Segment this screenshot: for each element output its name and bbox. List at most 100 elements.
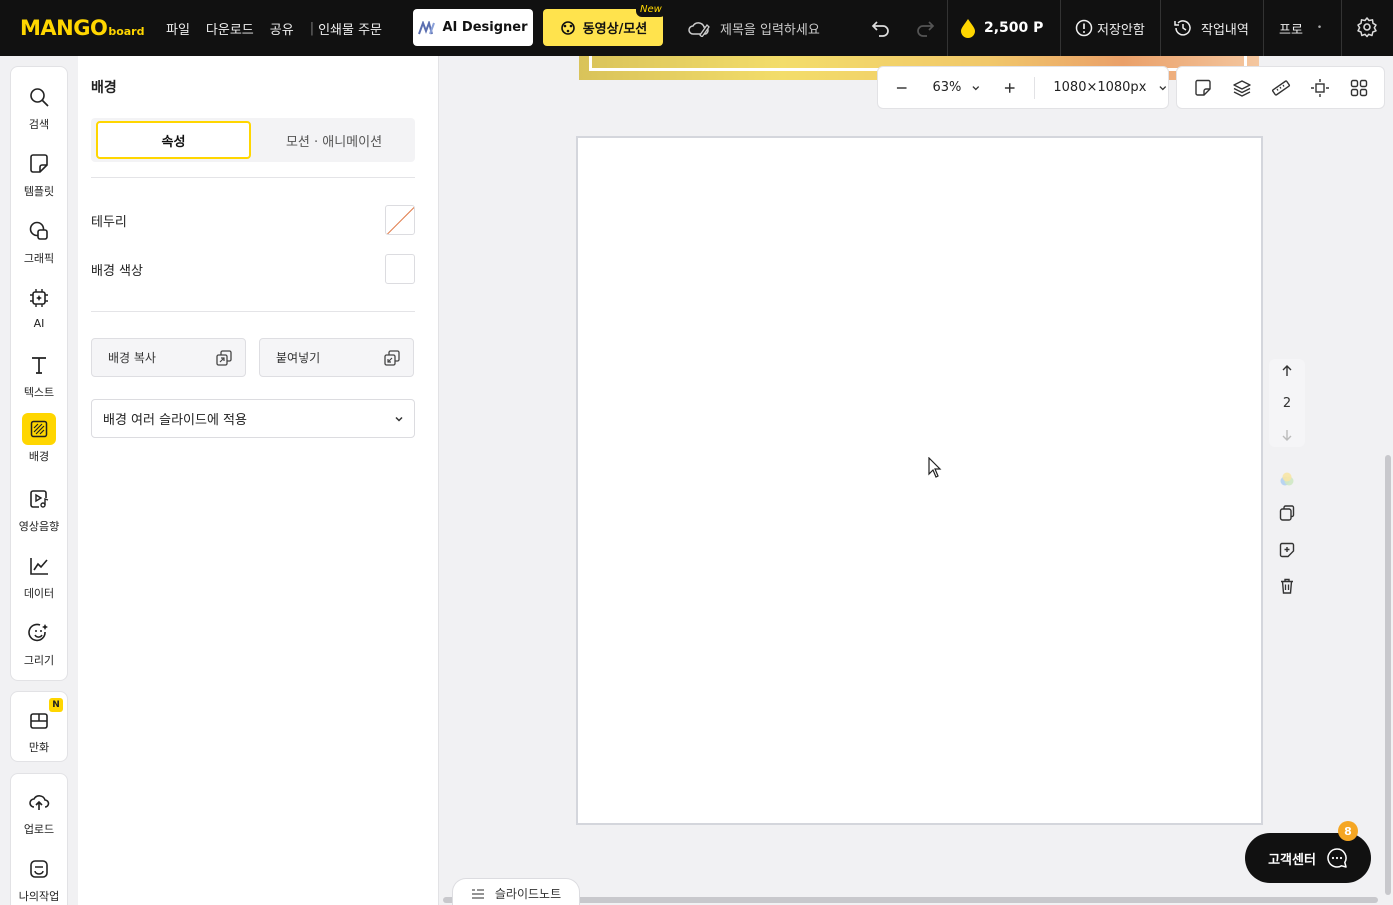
slide-note-tab[interactable]: 슬라이드노트 xyxy=(452,878,580,905)
menu-separator: | xyxy=(309,20,315,36)
pro-label: 프로 xyxy=(1279,22,1303,38)
arrow-up-icon[interactable] xyxy=(1281,365,1293,377)
redo-icon[interactable] xyxy=(914,17,936,39)
arrow-down-icon[interactable] xyxy=(1281,429,1293,441)
menu-download[interactable]: 다운로드 xyxy=(206,19,254,38)
template-icon xyxy=(22,148,56,180)
chevron-down-icon[interactable] xyxy=(1158,83,1168,93)
border-color-swatch[interactable] xyxy=(385,205,415,235)
settings-gear-icon[interactable] xyxy=(1356,16,1378,38)
mangoboard-logo[interactable]: MANGO board xyxy=(20,16,144,40)
rail-label: 검색 xyxy=(28,118,50,131)
save-status-button[interactable]: 저장안함 xyxy=(1075,0,1145,56)
paste-icon xyxy=(384,349,400,366)
points-value: 2,500 P xyxy=(984,20,1044,36)
zoom-in-icon[interactable] xyxy=(1003,81,1016,95)
sticker-icon[interactable] xyxy=(1193,78,1213,98)
paste-background-button[interactable]: 붙여넣기 xyxy=(259,338,414,377)
zoom-out-icon[interactable] xyxy=(895,81,908,95)
rail-item-comic[interactable]: 만화 xyxy=(11,704,67,764)
rail-item-template[interactable]: 템플릿 xyxy=(11,148,67,208)
apply-select-value: 배경 여러 슬라이드에 적용 xyxy=(103,413,247,428)
menu-file[interactable]: 파일 xyxy=(166,19,190,38)
title-placeholder: 제목을 입력하세요 xyxy=(720,22,820,38)
rail-label: 영상음향 xyxy=(18,520,60,533)
canvas-size[interactable]: 1080×1080px xyxy=(1053,80,1146,95)
divider xyxy=(91,311,415,312)
cloud-upload-icon xyxy=(22,786,56,818)
tab-properties[interactable]: 속성 xyxy=(96,121,251,159)
divider xyxy=(1160,0,1161,56)
rail-label: 배경 xyxy=(28,450,50,463)
mouse-cursor-icon xyxy=(928,457,942,478)
rail-item-ai[interactable]: AI xyxy=(11,282,67,342)
rail-item-draw[interactable]: 그리기 xyxy=(11,617,67,677)
border-label: 테두리 xyxy=(91,214,127,230)
pro-dot-icon: • xyxy=(1316,23,1323,33)
rail-item-data[interactable]: 데이터 xyxy=(11,550,67,610)
customer-center-button[interactable]: 고객센터 xyxy=(1245,833,1371,883)
vertical-scrollbar[interactable] xyxy=(1385,455,1391,895)
rail-item-upload[interactable]: 업로드 xyxy=(11,786,67,846)
video-motion-label: 동영상/모션 xyxy=(582,22,648,37)
my-work-icon xyxy=(22,853,56,885)
document-title-input[interactable]: 제목을 입력하세요 xyxy=(688,0,820,56)
color-palette-tool[interactable] xyxy=(1276,468,1298,490)
menu-print-order[interactable]: 인쇄물 주문 xyxy=(318,19,382,38)
chevron-down-icon[interactable] xyxy=(971,83,981,93)
add-slide-tool[interactable] xyxy=(1276,539,1298,561)
copy-background-label: 배경 복사 xyxy=(108,351,156,365)
ai-designer-icon xyxy=(418,20,436,34)
menu-share[interactable]: 공유 xyxy=(270,19,294,38)
duplicate-icon xyxy=(1279,505,1295,521)
add-slide-icon xyxy=(1279,542,1295,558)
fit-screen-icon[interactable] xyxy=(1310,78,1330,98)
current-slide-canvas[interactable] xyxy=(576,136,1263,825)
customer-center-label: 고객센터 xyxy=(1268,852,1316,868)
bg-color-swatch[interactable] xyxy=(385,254,415,284)
history-button[interactable]: 작업내역 xyxy=(1173,0,1249,56)
apply-multiple-slides-select[interactable]: 배경 여러 슬라이드에 적용 xyxy=(91,399,415,438)
rail-item-background[interactable]: 배경 xyxy=(11,413,67,473)
layers-icon[interactable] xyxy=(1232,78,1252,98)
save-status-label: 저장안함 xyxy=(1097,22,1145,38)
grid-view-icon[interactable] xyxy=(1349,78,1369,98)
paste-label: 붙여넣기 xyxy=(276,351,321,365)
chevron-down-icon xyxy=(395,416,403,422)
copy-background-button[interactable]: 배경 복사 xyxy=(91,338,246,377)
logo-text: MANGO xyxy=(20,16,108,40)
divider xyxy=(91,177,415,178)
comic-new-badge: N xyxy=(49,698,63,712)
rail-item-video-audio[interactable]: 영상음향 xyxy=(11,483,67,543)
left-rail-comic-group: 만화 N xyxy=(10,691,68,762)
divider xyxy=(1060,0,1061,56)
points-display[interactable]: 2,500 P xyxy=(960,0,1043,56)
chart-icon xyxy=(22,550,56,582)
ruler-icon[interactable] xyxy=(1271,78,1291,98)
color-palette-icon xyxy=(1280,472,1294,486)
ai-designer-button[interactable]: AI Designer xyxy=(413,9,533,46)
edit-cloud-icon xyxy=(688,22,710,37)
graphic-icon xyxy=(22,215,56,247)
rail-item-search[interactable]: 검색 xyxy=(11,81,67,141)
horizontal-scrollbar[interactable] xyxy=(443,897,1378,903)
trash-icon xyxy=(1281,578,1293,594)
rail-label: 만화 xyxy=(28,741,50,754)
rail-item-graphic[interactable]: 그래픽 xyxy=(11,215,67,275)
delete-slide-tool[interactable] xyxy=(1276,575,1298,597)
pro-button[interactable]: 프로 • xyxy=(1279,0,1322,56)
duplicate-slide-tool[interactable] xyxy=(1276,502,1298,524)
tab-motion-animation[interactable]: 모션 · 애니메이션 xyxy=(257,121,411,159)
zoom-level[interactable]: 63% xyxy=(932,80,961,95)
bg-color-label: 배경 색상 xyxy=(91,263,143,279)
text-icon xyxy=(22,349,56,381)
rail-label: 그래픽 xyxy=(23,252,55,265)
rail-item-my-work[interactable]: 나의작업 xyxy=(11,853,67,905)
logo-subtext: board xyxy=(108,25,145,38)
divider xyxy=(1341,0,1342,56)
ai-designer-label: AI Designer xyxy=(442,20,528,35)
rail-item-text[interactable]: 텍스트 xyxy=(11,349,67,409)
slide-note-label: 슬라이드노트 xyxy=(494,887,562,901)
undo-icon[interactable] xyxy=(870,17,892,39)
video-motion-icon xyxy=(560,20,575,35)
